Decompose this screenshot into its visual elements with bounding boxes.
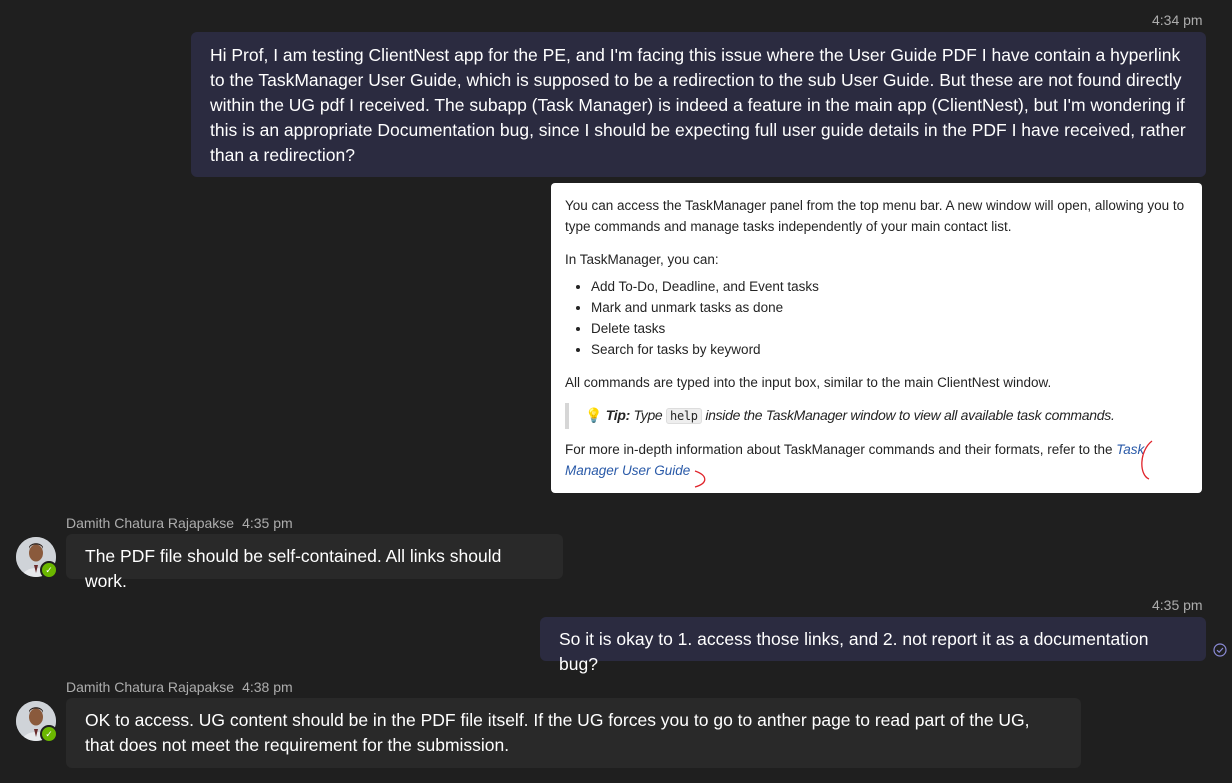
- message-text: So it is okay to 1. access those links, …: [559, 629, 1149, 674]
- list-item: Delete tasks: [591, 318, 1194, 339]
- presence-available-icon: ✓: [40, 725, 58, 743]
- tip-text: Type: [633, 407, 663, 423]
- message-timestamp: 4:35 pm: [242, 515, 293, 531]
- read-receipt-icon: [1213, 643, 1227, 657]
- doc-paragraph: In TaskManager, you can:: [565, 252, 719, 267]
- message-bubble[interactable]: Hi Prof, I am testing ClientNest app for…: [191, 32, 1206, 177]
- attached-image[interactable]: You can access the TaskManager panel fro…: [551, 183, 1202, 493]
- presence-available-icon: ✓: [40, 561, 58, 579]
- message-text: OK to access. UG content should be in th…: [85, 710, 1030, 755]
- message-timestamp: 4:35 pm: [1152, 597, 1203, 613]
- message-text: The PDF file should be self-contained. A…: [85, 546, 502, 591]
- lightbulb-icon: 💡: [585, 407, 603, 423]
- message-timestamp: 4:38 pm: [242, 679, 293, 695]
- message-bubble[interactable]: OK to access. UG content should be in th…: [66, 698, 1081, 768]
- message-header: Damith Chatura Rajapakse 4:35 pm: [66, 515, 293, 531]
- list-item: Search for tasks by keyword: [591, 339, 1194, 360]
- message-timestamp: 4:34 pm: [1152, 12, 1203, 28]
- doc-paragraph: For more in-depth information about Task…: [565, 439, 1194, 481]
- tip-text: inside the TaskManager window to view al…: [705, 407, 1115, 423]
- avatar[interactable]: ✓: [16, 701, 58, 743]
- doc-footer-text: For more in-depth information about Task…: [565, 442, 1113, 457]
- doc-bullet-list: Add To-Do, Deadline, and Event tasks Mar…: [565, 276, 1194, 360]
- doc-paragraph: You can access the TaskManager panel fro…: [565, 198, 1185, 234]
- list-item: Add To-Do, Deadline, and Event tasks: [591, 276, 1194, 297]
- list-item: Mark and unmark tasks as done: [591, 297, 1194, 318]
- doc-paragraph: All commands are typed into the input bo…: [565, 375, 1052, 390]
- tip-label: Tip:: [605, 407, 631, 423]
- tip-callout: 💡 Tip: Type help inside the TaskManager …: [565, 403, 1194, 429]
- sender-name: Damith Chatura Rajapakse: [66, 515, 235, 531]
- message-bubble[interactable]: So it is okay to 1. access those links, …: [540, 617, 1206, 674]
- avatar[interactable]: ✓: [16, 537, 58, 579]
- tip-code: help: [666, 408, 702, 424]
- message-header: Damith Chatura Rajapakse 4:38 pm: [66, 679, 293, 695]
- message-bubble[interactable]: The PDF file should be self-contained. A…: [66, 534, 563, 591]
- sender-name: Damith Chatura Rajapakse: [66, 679, 235, 695]
- message-text: Hi Prof, I am testing ClientNest app for…: [210, 45, 1186, 165]
